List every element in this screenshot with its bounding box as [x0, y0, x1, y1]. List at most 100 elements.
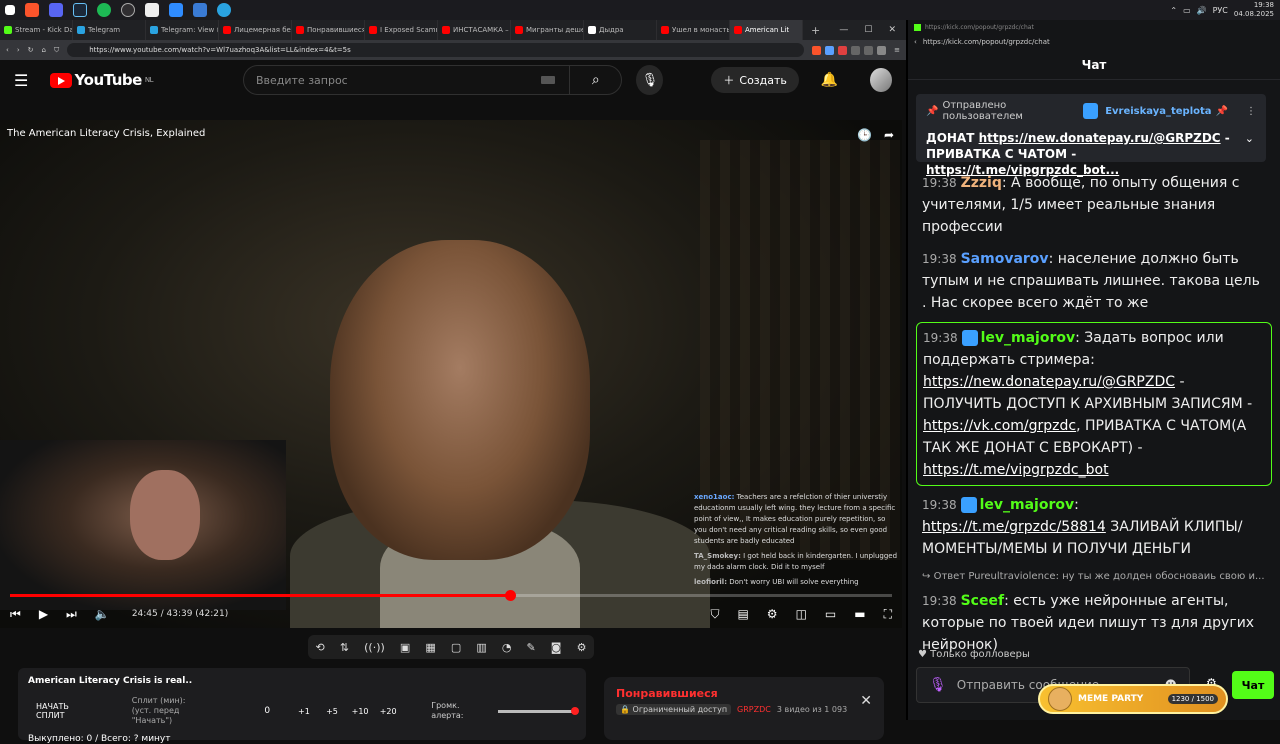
chevron-down-icon[interactable]: ⌄: [1245, 132, 1254, 145]
previous-icon[interactable]: ⏮: [10, 607, 21, 622]
new-tab-icon[interactable]: +: [803, 24, 828, 37]
browser-tab[interactable]: Telegram: View @: [146, 20, 219, 40]
sort-icon[interactable]: ⇅: [340, 641, 349, 654]
broadcast-icon[interactable]: ((·)): [364, 641, 385, 654]
browser-tab[interactable]: Stream - Kick Da: [0, 20, 73, 40]
increment-1-button[interactable]: +1: [295, 707, 313, 716]
back-icon[interactable]: ‹: [6, 46, 9, 54]
sponsorblock-icon[interactable]: ⛉: [710, 607, 719, 622]
browser-tab[interactable]: I Exposed Scamm: [365, 20, 438, 40]
subtitles-icon[interactable]: ▤: [737, 607, 748, 621]
paint-icon[interactable]: [193, 3, 207, 17]
split-value-input[interactable]: 0: [254, 706, 281, 716]
volume-icon[interactable]: 🔊: [1197, 6, 1207, 15]
chat-username[interactable]: lev_majorov: [980, 497, 1075, 513]
fullscreen-icon[interactable]: ⛶: [884, 607, 892, 622]
loop-icon[interactable]: ⟲: [316, 641, 325, 654]
edit-icon[interactable]: ✎: [527, 641, 536, 654]
browser-tab[interactable]: American Lit: [730, 20, 803, 40]
alert-volume-slider[interactable]: [498, 706, 580, 715]
miniplayer-icon[interactable]: ◫: [796, 607, 807, 621]
browser-tab[interactable]: Мигранты деше: [511, 20, 584, 40]
share-icon[interactable]: ➦: [884, 128, 894, 142]
extension-icon[interactable]: [877, 45, 887, 55]
increment-5-button[interactable]: +5: [323, 707, 341, 716]
search-input[interactable]: Введите запрос: [244, 74, 541, 87]
discord-icon[interactable]: [49, 3, 63, 17]
browser-tab[interactable]: ИНСТАСАМКА –: [438, 20, 511, 40]
clapper-icon[interactable]: ▦: [425, 641, 435, 654]
increment-10-button[interactable]: +10: [351, 707, 369, 716]
maximize-icon[interactable]: ☐: [864, 25, 872, 35]
reload-icon[interactable]: ↻: [28, 46, 34, 54]
chat-username[interactable]: Samovarov: [961, 251, 1049, 267]
brave-icon[interactable]: [25, 3, 39, 17]
chat-link[interactable]: https://vk.com/grpzdc: [923, 418, 1076, 434]
create-button[interactable]: ＋ Создать: [711, 67, 799, 93]
chat-username[interactable]: Sceef: [961, 593, 1004, 609]
chevron-up-icon[interactable]: ⌃: [1170, 6, 1177, 15]
extension-icon[interactable]: [838, 45, 848, 55]
voice-search-button[interactable]: 🎙: [636, 65, 664, 95]
filmstrip-icon[interactable]: ▥: [476, 641, 486, 654]
chat-link[interactable]: https://t.me/grpzdc/58814: [922, 519, 1106, 535]
browser-tab[interactable]: Понравившиеся: [292, 20, 365, 40]
pin-toggle-icon[interactable]: 📌: [1216, 106, 1228, 117]
browser-tab[interactable]: Ушел в монасты: [657, 20, 730, 40]
video-settings-icon[interactable]: ▣: [400, 641, 410, 654]
kick-url[interactable]: https://kick.com/popout/grpzdc/chat: [923, 38, 1050, 46]
avatar[interactable]: [870, 68, 892, 92]
url-field[interactable]: https://www.youtube.com/watch?v=Wl7uazho…: [67, 43, 805, 57]
browser-tab[interactable]: Дыдра: [584, 20, 657, 40]
pinned-link-donate[interactable]: https://new.donatepay.ru/@GRPZDC: [979, 131, 1221, 145]
volume-icon[interactable]: 🔈: [95, 607, 110, 621]
gear-icon[interactable]: ⚙: [577, 641, 587, 654]
chat-username[interactable]: Zzziq: [961, 175, 1002, 191]
app-icon[interactable]: [145, 3, 159, 17]
keyboard-icon[interactable]: [541, 76, 556, 84]
browser-tab[interactable]: Telegram: [73, 20, 146, 40]
bookmark-icon[interactable]: ⛉: [54, 46, 59, 55]
crop-icon[interactable]: ▢: [451, 641, 461, 654]
reply-preview[interactable]: ↪ Ответ Pureultraviolence: ну ты же долд…: [916, 566, 1272, 588]
close-playlist-icon[interactable]: ✕: [860, 693, 872, 709]
pinned-username[interactable]: Evreiskaya_teplota: [1105, 106, 1211, 117]
channel-link[interactable]: GRPZDC: [737, 705, 771, 714]
microphone-icon[interactable]: 🎙: [929, 677, 947, 693]
menu-icon[interactable]: ≡: [894, 46, 900, 54]
increment-20-button[interactable]: +20: [379, 707, 397, 716]
chat-link[interactable]: https://t.me/vipgrpzdc_bot: [923, 462, 1109, 478]
telegram-icon[interactable]: [217, 3, 231, 17]
more-options-icon[interactable]: ⋮: [1246, 106, 1256, 117]
minimize-icon[interactable]: —: [839, 25, 848, 35]
settings-gear-icon[interactable]: ⚙: [767, 607, 778, 621]
video-title[interactable]: The American Literacy Crisis, Explained: [7, 128, 205, 139]
forward-icon[interactable]: ›: [17, 46, 20, 54]
extension-icon[interactable]: [812, 45, 822, 55]
next-icon[interactable]: ⏭: [66, 607, 77, 622]
start-split-button[interactable]: НАЧАТЬ СПЛИТ: [28, 699, 102, 723]
theater-mode-icon[interactable]: ▭: [825, 607, 836, 621]
screenshot-icon[interactable]: ◙: [551, 641, 562, 654]
close-icon[interactable]: ✕: [888, 25, 896, 35]
cast-icon[interactable]: ▬: [854, 607, 865, 621]
youtube-logo[interactable]: YouTube NL: [49, 71, 153, 89]
hamburger-menu-icon[interactable]: ☰: [14, 71, 36, 90]
network-icon[interactable]: ▭: [1183, 6, 1191, 15]
chat-username[interactable]: lev_majorov: [981, 330, 1076, 346]
windows-start-icon[interactable]: [5, 5, 15, 15]
chat-link[interactable]: https://new.donatepay.ru/@GRPZDC: [923, 374, 1175, 390]
send-chat-button[interactable]: Чат: [1232, 671, 1274, 699]
extension-icon[interactable]: [851, 45, 861, 55]
progress-bar[interactable]: [10, 590, 892, 601]
notifications-bell-icon[interactable]: 🔔: [821, 72, 838, 88]
spotify-icon[interactable]: [97, 3, 111, 17]
watch-later-icon[interactable]: 🕒: [857, 128, 872, 142]
back-icon[interactable]: ‹: [914, 38, 917, 46]
speed-icon[interactable]: ◔: [502, 641, 512, 654]
extension-icon[interactable]: [864, 45, 874, 55]
browser-tab[interactable]: Лицемерная бе: [219, 20, 292, 40]
playlist-title[interactable]: Понравившиеся: [616, 687, 872, 700]
language-indicator[interactable]: РУС: [1213, 6, 1228, 15]
video-player[interactable]: The American Literacy Crisis, Explained …: [0, 120, 902, 628]
